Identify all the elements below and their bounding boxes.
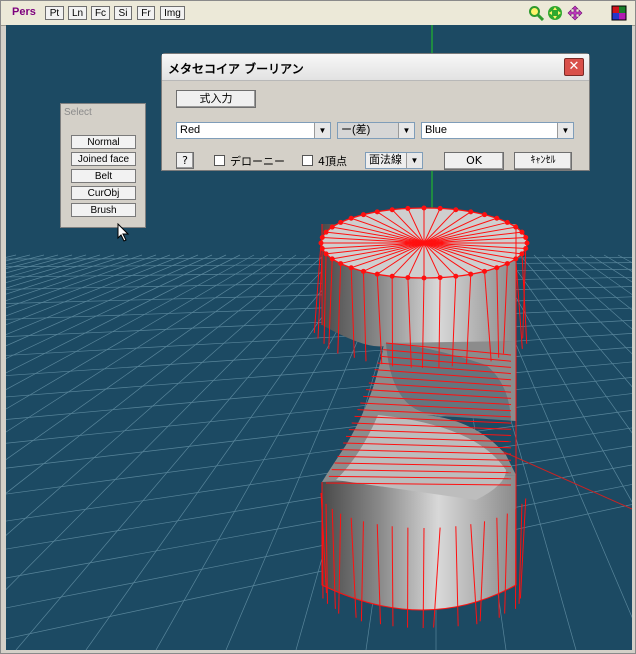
- select-panel-title: Select: [64, 107, 92, 118]
- grid-line: [6, 255, 86, 650]
- grid-line: [618, 255, 632, 650]
- grid-line: [6, 484, 632, 608]
- move-icon[interactable]: [547, 5, 563, 21]
- grid-line: [6, 377, 632, 443]
- help-button[interactable]: ?: [176, 152, 194, 169]
- grid-line: [6, 255, 324, 650]
- face-toggle-button[interactable]: Fc: [91, 6, 110, 20]
- grid-line: [6, 255, 44, 650]
- color-palette-icon[interactable]: [611, 5, 627, 21]
- dialog-title: メタセコイア ブーリアン: [168, 60, 304, 77]
- grid-line: [590, 255, 632, 650]
- chevron-down-icon: ▼: [406, 153, 422, 168]
- wire-edge: [516, 259, 523, 349]
- close-button[interactable]: ✕: [564, 58, 584, 76]
- metasequoia-window: Pers Pt Ln Fc Si Fr Img Select Normal Jo…: [0, 0, 636, 654]
- grid-line: [6, 255, 156, 650]
- select-joined-face-button[interactable]: Joined face: [71, 152, 136, 166]
- select-curobj-button[interactable]: CurObj: [71, 186, 136, 200]
- delaunay-checkbox[interactable]: [214, 155, 225, 166]
- cancel-button[interactable]: ｷｬﾝｾﾙ: [514, 152, 572, 170]
- grid-line: [6, 362, 632, 420]
- grid-line: [604, 255, 632, 650]
- quad-vertices-checkbox[interactable]: [302, 155, 313, 166]
- image-toggle-button[interactable]: Img: [160, 6, 185, 20]
- grid-line: [534, 255, 632, 650]
- grid-line: [6, 255, 198, 650]
- normal-mode-value: 面法線: [369, 154, 402, 166]
- grid-line: [6, 255, 100, 650]
- mouse-cursor-icon: [117, 223, 131, 243]
- point-toggle-button[interactable]: Pt: [45, 6, 64, 20]
- boolean-dialog: メタセコイア ブーリアン ✕ 式入力 Red ▼ ー(差) ▼ Blue ▼ ?…: [161, 53, 590, 171]
- formula-input-button[interactable]: 式入力: [176, 90, 256, 108]
- line-toggle-button[interactable]: Ln: [68, 6, 87, 20]
- object-b-value: Blue: [425, 124, 447, 136]
- grid-line: [6, 394, 632, 469]
- grid-line: [6, 446, 632, 549]
- rotate-icon[interactable]: [567, 5, 583, 21]
- grid-line: [6, 255, 114, 650]
- select-normal-button[interactable]: Normal: [71, 135, 136, 149]
- grid-line: [548, 255, 632, 650]
- dialog-titlebar[interactable]: メタセコイア ブーリアン ✕: [162, 54, 589, 81]
- grid-line: [6, 255, 142, 650]
- silhouette-toggle-button[interactable]: Si: [114, 6, 132, 20]
- grid-line: [6, 255, 226, 650]
- object-a-value: Red: [180, 124, 200, 136]
- boolean-object: [314, 206, 529, 628]
- select-brush-button[interactable]: Brush: [71, 203, 136, 217]
- ok-button[interactable]: OK: [444, 152, 504, 170]
- grid-line: [6, 255, 254, 650]
- grid-line: [6, 255, 310, 650]
- delaunay-label: デローニー: [230, 153, 285, 169]
- chevron-down-icon: ▼: [398, 123, 414, 138]
- zoom-icon[interactable]: [528, 5, 544, 21]
- grid-line: [6, 504, 632, 638]
- grid-line: [562, 255, 632, 650]
- frame-toggle-button[interactable]: Fr: [137, 6, 155, 20]
- perspective-label[interactable]: Pers: [12, 6, 36, 18]
- select-panel: Select Normal Joined face Belt CurObj Br…: [60, 103, 146, 228]
- select-belt-button[interactable]: Belt: [71, 169, 136, 183]
- grid-line: [6, 287, 632, 304]
- view-toolbar: Pers Pt Ln Fc Si Fr Img: [1, 1, 635, 26]
- operation-select[interactable]: ー(差) ▼: [337, 122, 415, 139]
- chevron-down-icon: ▼: [314, 123, 330, 138]
- grid-line: [6, 255, 212, 650]
- quad-vertices-label: 4頂点: [318, 153, 347, 169]
- operation-value: ー(差): [341, 124, 370, 136]
- grid-line: [6, 465, 632, 578]
- object-a-select[interactable]: Red ▼: [176, 122, 331, 139]
- object-b-select[interactable]: Blue ▼: [421, 122, 574, 139]
- chevron-down-icon: ▼: [557, 123, 573, 138]
- grid-line: [6, 428, 632, 521]
- normal-mode-select[interactable]: 面法線 ▼: [365, 152, 423, 169]
- grid-line: [6, 255, 128, 650]
- grid-line: [6, 277, 632, 289]
- grid-line: [6, 255, 240, 650]
- grid-line: [16, 255, 352, 650]
